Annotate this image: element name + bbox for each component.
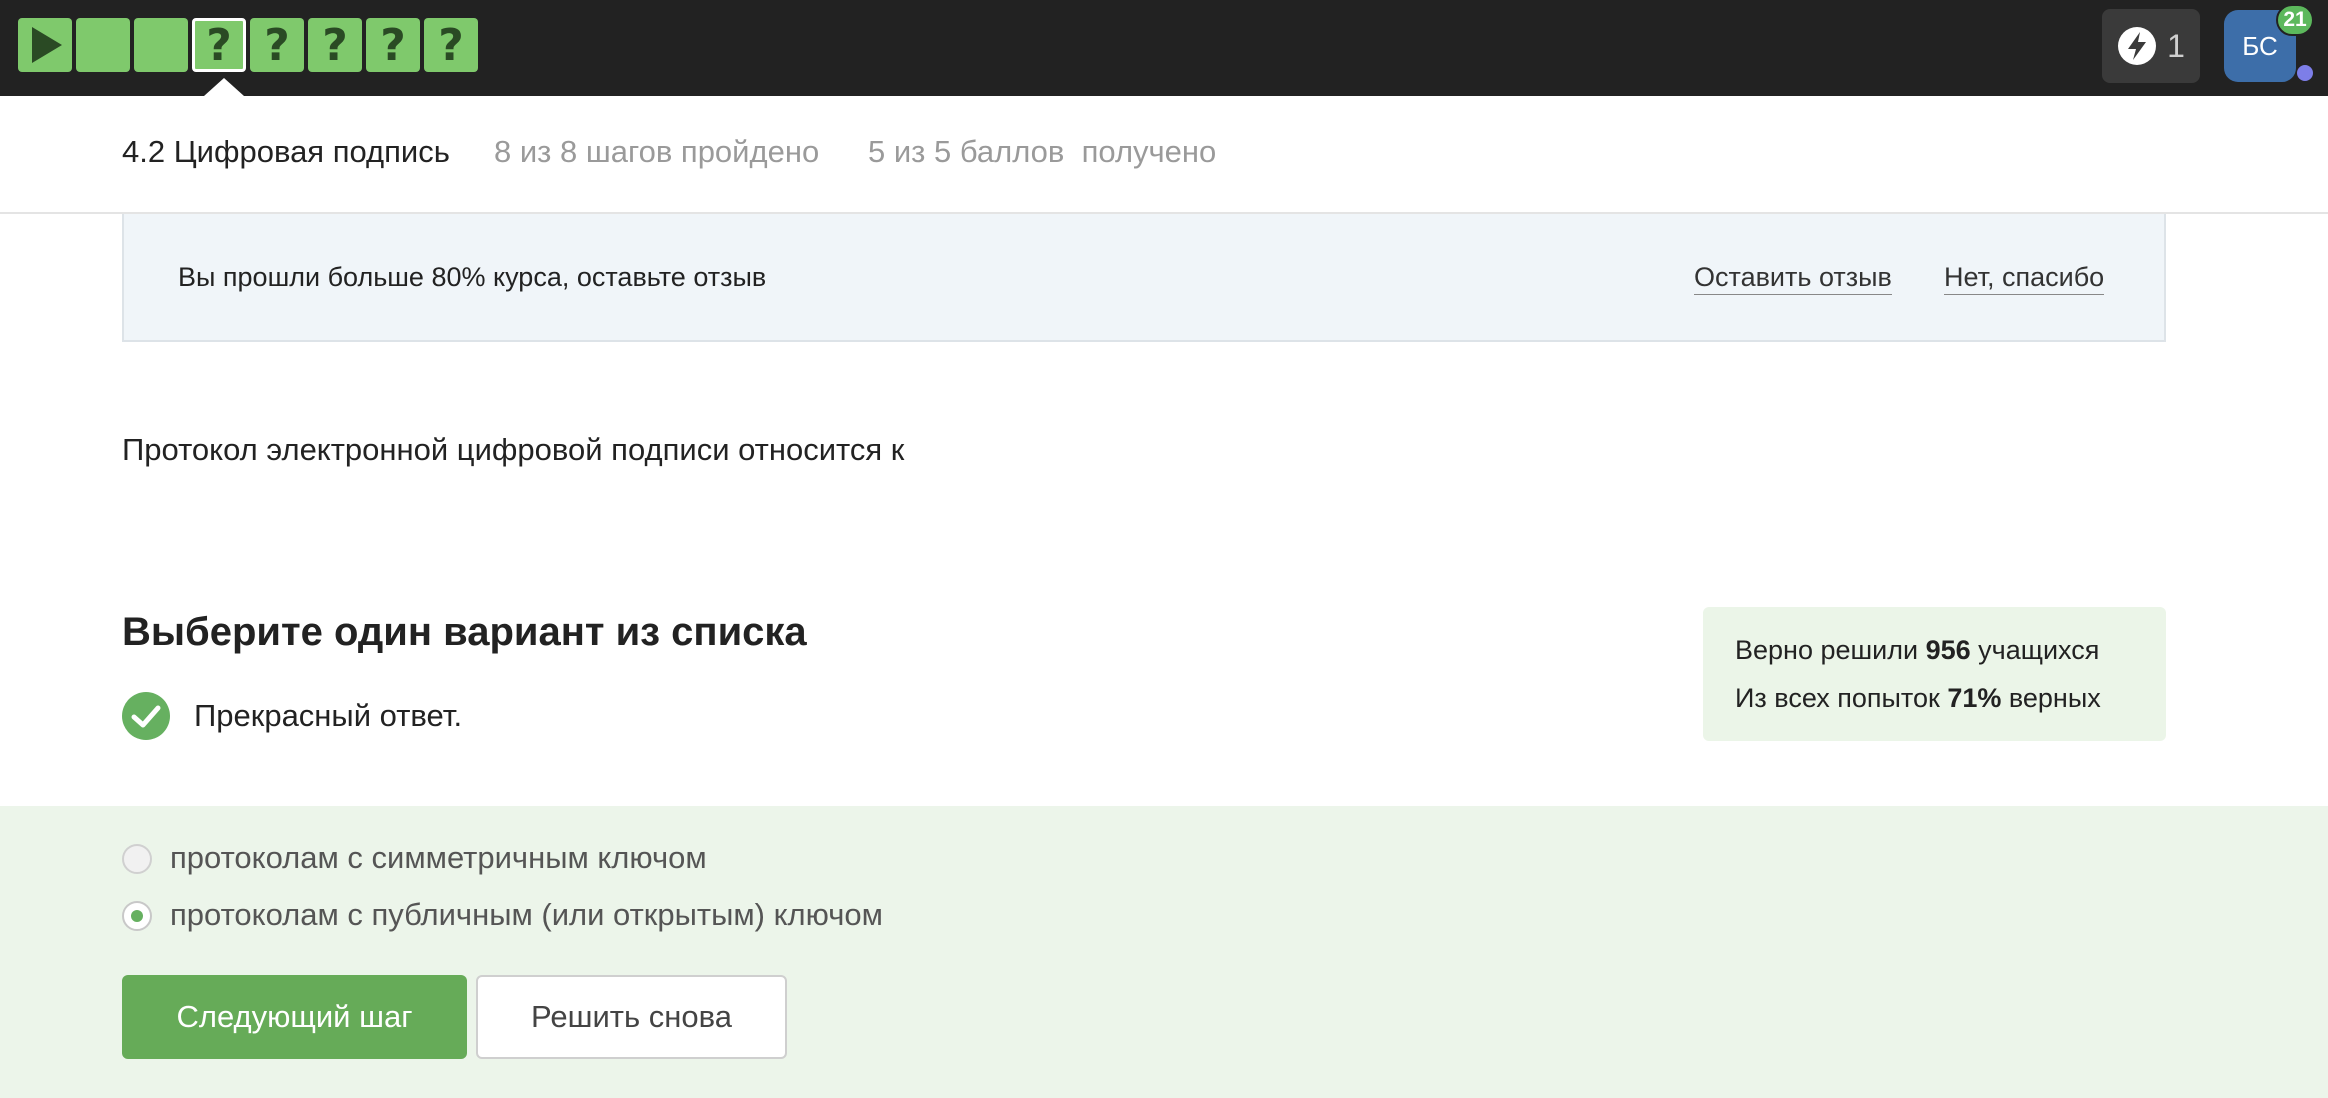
online-status-dot	[2297, 65, 2313, 81]
step-8-quiz[interactable]: ?	[424, 18, 478, 72]
check-circle-icon	[122, 692, 170, 740]
top-navigation-bar: ? ? ? ? ? 1 БС 21	[0, 0, 2328, 96]
review-banner-text: Вы прошли больше 80% курса, оставьте отз…	[178, 262, 767, 292]
energy-count: 1	[2167, 27, 2185, 64]
review-banner: Вы прошли больше 80% курса, оставьте отз…	[122, 214, 2166, 342]
step-3-text[interactable]	[134, 18, 188, 72]
lightning-icon	[2118, 27, 2157, 65]
radio-unchecked[interactable]	[122, 844, 152, 874]
current-step-pointer	[204, 78, 244, 96]
stats-solved: Верно решили 956 учащихся	[1735, 635, 2099, 666]
step-5-label: ?	[264, 19, 290, 71]
choose-title: Выберите один вариант из списка	[122, 610, 807, 654]
stats-attempts: Из всех попыток 71% верных	[1735, 683, 2101, 714]
question-text: Протокол электронной цифровой подписи от…	[122, 432, 905, 467]
lesson-header: 4.2 Цифровая подпись 8 из 8 шагов пройде…	[0, 96, 2328, 214]
lesson-points-progress: 5 из 5 баллов получено	[868, 134, 1217, 169]
retry-button[interactable]: Решить снова	[476, 975, 787, 1059]
no-thanks-link[interactable]: Нет, спасибо	[1944, 262, 2105, 295]
next-step-button[interactable]: Следующий шаг	[122, 975, 467, 1059]
energy-button[interactable]: 1	[2102, 9, 2200, 83]
step-4-quiz-current[interactable]: ?	[192, 18, 246, 72]
stats-solved-suffix: учащихся	[1970, 635, 2100, 665]
step-7-quiz[interactable]: ?	[366, 18, 420, 72]
step-6-label: ?	[322, 19, 348, 71]
notification-badge: 21	[2276, 4, 2314, 36]
step-4-label: ?	[206, 19, 232, 71]
play-icon	[32, 27, 62, 63]
step-5-quiz[interactable]: ?	[250, 18, 304, 72]
stats-attempts-prefix: Из всех попыток	[1735, 683, 1948, 713]
lesson-title[interactable]: 4.2 Цифровая подпись	[122, 134, 450, 170]
step-7-label: ?	[380, 19, 406, 71]
radio-checked[interactable]	[122, 901, 152, 931]
stats-attempts-percent: 71%	[1947, 683, 2002, 713]
lesson-steps-progress: 8 из 8 шагов пройдено	[494, 134, 820, 169]
option-label: протоколам с симметричным ключом	[170, 840, 707, 875]
option-label: протоколам с публичным (или открытым) кл…	[170, 897, 883, 932]
step-6-quiz[interactable]: ?	[308, 18, 362, 72]
stats-solved-prefix: Верно решили	[1735, 635, 1926, 665]
step-1-video[interactable]	[18, 18, 72, 72]
step-2-text[interactable]	[76, 18, 130, 72]
feedback-text: Прекрасный ответ.	[194, 698, 463, 733]
step-8-label: ?	[438, 19, 464, 71]
stats-attempts-suffix: верных	[2001, 683, 2101, 713]
solve-stats: Верно решили 956 учащихся Из всех попыто…	[1703, 607, 2166, 741]
stats-solved-count: 956	[1925, 635, 1971, 665]
leave-review-link[interactable]: Оставить отзыв	[1694, 262, 1892, 295]
